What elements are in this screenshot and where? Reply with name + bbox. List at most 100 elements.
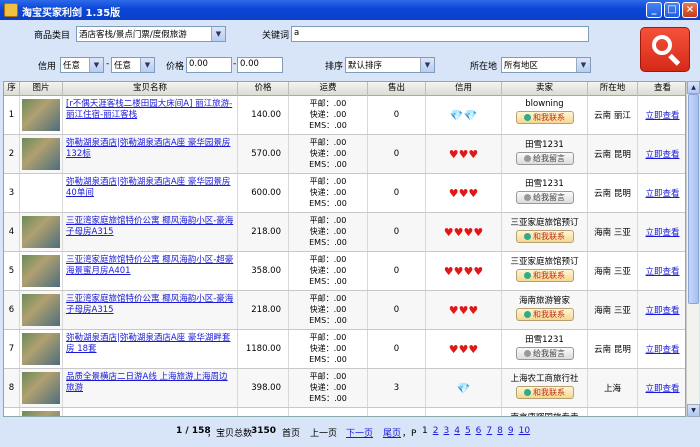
scroll-down-icon[interactable]: ▼ — [687, 404, 700, 417]
shipping-line: 平邮：.00 — [309, 255, 347, 264]
contact-seller-button[interactable]: 和我联系 — [515, 386, 574, 399]
prev-page-link[interactable]: 上一页 — [310, 426, 337, 439]
product-image[interactable] — [22, 216, 60, 248]
close-button[interactable]: × — [682, 2, 698, 18]
view-now-link[interactable]: 立即查看 — [638, 369, 685, 407]
sold-count: 0 — [368, 330, 426, 368]
product-name-link[interactable]: 弥勒湖泉酒店|弥勒湖泉酒店A座 豪华湖畔套房 18套 — [63, 330, 238, 368]
table-row[interactable]: 8 品质全景横店二日游A线 上海旅游上海周边旅游 398.00 平邮：.00 快递：.0… — [4, 369, 685, 408]
product-image[interactable] — [22, 411, 60, 416]
search-button[interactable] — [640, 27, 690, 72]
last-page-link[interactable]: 尾页 — [383, 426, 401, 439]
view-now-link[interactable] — [638, 408, 685, 416]
page-number-link[interactable]: 10 — [519, 426, 530, 436]
row-thumbnail[interactable] — [20, 135, 63, 173]
product-name-link[interactable]: 三亚湾家庭旅馆特价公寓 椰风海韵小区-豪海子母房A315 — [63, 213, 238, 251]
product-price: 358.00 — [238, 252, 289, 290]
header-credit[interactable]: 信用 — [426, 82, 502, 96]
product-image[interactable] — [22, 372, 60, 404]
contact-seller-button[interactable]: 给我留言 — [515, 152, 574, 165]
price-from-input[interactable]: 0.00 — [186, 57, 232, 73]
product-name-link[interactable]: [r不偶天涯客栈二楼田园大床间A] 丽江旅游-丽江住宿-丽江客栈 — [63, 96, 238, 134]
view-now-link[interactable]: 立即查看 — [638, 135, 685, 173]
view-now-link[interactable]: 立即查看 — [638, 96, 685, 134]
table-row[interactable]: 南京康辉国旅专卖 — [4, 408, 685, 416]
contact-seller-button[interactable]: 给我留言 — [515, 347, 574, 360]
scrollbar-thumb[interactable] — [688, 94, 699, 304]
minimize-button[interactable]: _ — [646, 2, 662, 18]
vertical-scrollbar[interactable]: ▲ ▼ — [686, 81, 700, 417]
product-name-link[interactable] — [63, 408, 238, 416]
contact-seller-button[interactable]: 和我联系 — [515, 111, 574, 124]
sort-select[interactable]: 默认排序 ▼ — [345, 57, 435, 73]
product-image[interactable] — [22, 99, 60, 131]
contact-seller-button[interactable]: 和我联系 — [515, 269, 574, 282]
product-image[interactable] — [22, 333, 60, 365]
page-number-link[interactable]: 9 — [508, 426, 514, 436]
row-thumbnail[interactable] — [20, 174, 63, 212]
product-image[interactable] — [22, 255, 60, 287]
product-name-link[interactable]: 三亚湾家庭旅馆特价公寓 椰风海韵小区-超豪海景蜜月房A401 — [63, 252, 238, 290]
header-view[interactable]: 查看 — [638, 82, 685, 96]
page-number-link[interactable]: 6 — [476, 426, 482, 436]
page-number-link[interactable]: 7 — [486, 426, 492, 436]
header-price[interactable]: 价格 — [238, 82, 289, 96]
next-page-link[interactable]: 下一页 — [346, 426, 373, 439]
header-name[interactable]: 宝贝名称 — [63, 82, 238, 96]
price-to-input[interactable]: 0.00 — [237, 57, 283, 73]
header-seller[interactable]: 卖家 — [502, 82, 588, 96]
product-name-link[interactable]: 品质全景横店二日游A线 上海旅游上海周边旅游 — [63, 369, 238, 407]
view-now-link[interactable]: 立即查看 — [638, 252, 685, 290]
table-row[interactable]: 1 [r不偶天涯客栈二楼田园大床间A] 丽江旅游-丽江住宿-丽江客栈 140.00 平… — [4, 96, 685, 135]
row-thumbnail[interactable] — [20, 213, 63, 251]
product-image[interactable] — [22, 138, 60, 170]
table-row[interactable]: 6 三亚湾家庭旅馆特价公寓 椰风海韵小区-豪海子母房A315 218.00 平邮：.0… — [4, 291, 685, 330]
row-thumbnail[interactable] — [20, 369, 63, 407]
row-index: 1 — [4, 96, 20, 134]
page-number-list: 1 2 3 4 5 6 7 8 9 10 — [422, 426, 535, 436]
product-name-link[interactable]: 弥勒湖泉酒店|弥勒湖泉酒店A座 豪华园景房 40单间 — [63, 174, 238, 212]
table-row[interactable]: 3 弥勒湖泉酒店|弥勒湖泉酒店A座 豪华园景房 40单间 600.00 平邮：.00 快… — [4, 174, 685, 213]
table-row[interactable]: 4 三亚湾家庭旅馆特价公寓 椰风海韵小区-豪海子母房A315 218.00 平邮：.0… — [4, 213, 685, 252]
product-name-link[interactable]: 弥勒湖泉酒店|弥勒湖泉酒店A座 豪华园景房132标 — [63, 135, 238, 173]
view-now-link[interactable]: 立即查看 — [638, 213, 685, 251]
results-table: 序 图片 宝贝名称 价格 运费 售出 信用 卖家 所在地 查看 1 [r不偶天涯客… — [3, 81, 686, 417]
row-thumbnail[interactable] — [20, 330, 63, 368]
maximize-button[interactable]: □ — [664, 2, 680, 18]
page-number-link[interactable]: 1 — [422, 426, 428, 436]
row-thumbnail[interactable] — [20, 252, 63, 290]
view-now-link[interactable]: 立即查看 — [638, 330, 685, 368]
row-thumbnail[interactable] — [20, 96, 63, 134]
page-number-link[interactable]: 2 — [433, 426, 439, 436]
header-location[interactable]: 所在地 — [588, 82, 638, 96]
credit-to-select[interactable]: 任意 ▼ — [111, 57, 155, 73]
scroll-up-icon[interactable]: ▲ — [687, 81, 700, 94]
contact-seller-button[interactable]: 和我联系 — [515, 308, 574, 321]
location-select[interactable]: 所有地区 ▼ — [501, 57, 591, 73]
row-thumbnail[interactable] — [20, 291, 63, 329]
header-image[interactable]: 图片 — [20, 82, 63, 96]
header-sold[interactable]: 售出 — [368, 82, 426, 96]
row-thumbnail[interactable] — [20, 408, 63, 416]
product-image[interactable] — [22, 294, 60, 326]
view-now-link[interactable]: 立即查看 — [638, 291, 685, 329]
product-name-link[interactable]: 三亚湾家庭旅馆特价公寓 椰风海韵小区-豪海子母房A315 — [63, 291, 238, 329]
page-number-link[interactable]: 4 — [454, 426, 460, 436]
credit-from-select[interactable]: 任意 ▼ — [60, 57, 104, 73]
table-row[interactable]: 7 弥勒湖泉酒店|弥勒湖泉酒店A座 豪华湖畔套房 18套 1180.00 平邮：.00… — [4, 330, 685, 369]
first-page-link[interactable]: 首页 — [282, 426, 300, 439]
view-now-link[interactable]: 立即查看 — [638, 174, 685, 212]
page-number-link[interactable]: 8 — [497, 426, 503, 436]
header-index[interactable]: 序 — [4, 82, 20, 96]
table-row[interactable]: 2 弥勒湖泉酒店|弥勒湖泉酒店A座 豪华园景房132标 570.00 平邮：.00 快递… — [4, 135, 685, 174]
contact-seller-button[interactable]: 和我联系 — [515, 230, 574, 243]
page-number-link[interactable]: 5 — [465, 426, 471, 436]
header-shipping[interactable]: 运费 — [289, 82, 368, 96]
shipping-line: 平邮：.00 — [309, 138, 347, 147]
sold-count: 0 — [368, 291, 426, 329]
page-number-link[interactable]: 3 — [443, 426, 449, 436]
contact-seller-button[interactable]: 给我留言 — [515, 191, 574, 204]
category-select[interactable]: 酒店客栈/景点门票/度假旅游 ▼ — [76, 26, 226, 42]
table-row[interactable]: 5 三亚湾家庭旅馆特价公寓 椰风海韵小区-超豪海景蜜月房A401 358.00 平邮：… — [4, 252, 685, 291]
keyword-input[interactable]: a — [291, 26, 589, 42]
